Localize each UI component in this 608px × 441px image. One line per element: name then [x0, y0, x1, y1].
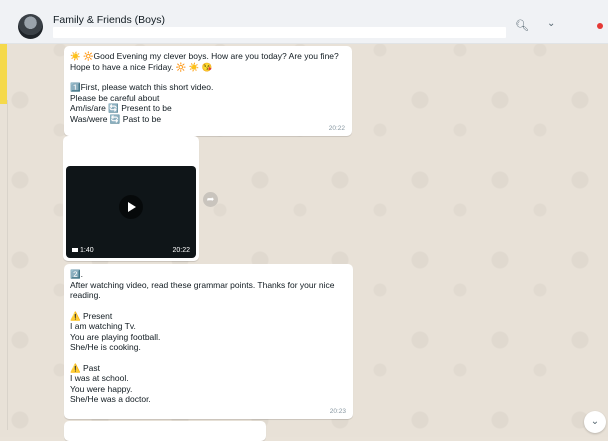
video-camera-icon [72, 248, 78, 252]
message-line: After watching video, read these grammar… [70, 279, 335, 290]
scroll-down-button[interactable]: ⌄ [584, 411, 606, 433]
message-line: Hope to have a nice Friday. 🔆 ☀️ 😘 [70, 61, 213, 72]
message-line: ☀️ 🔆Good Evening my clever boys. How are… [70, 51, 339, 61]
video-duration: 1:40 [72, 247, 94, 254]
message-time: 20:22 [172, 247, 190, 254]
message-line: I am watching Tv. [70, 321, 136, 331]
message-line: 1️⃣First, please watch this short video. [70, 82, 214, 92]
message-line: You are playing football. [70, 331, 161, 342]
message-line: She/He was a doctor. [70, 394, 151, 404]
message-line: 2️⃣. [70, 269, 83, 279]
chat-subtitle-bar [53, 27, 506, 38]
message-line: Was/were 🔄 Past to be [70, 113, 162, 124]
chevron-down-icon[interactable]: ⌄ [547, 18, 555, 29]
message-line: Am/is/are 🔄 Present to be [70, 103, 172, 113]
message-bubble-1[interactable]: ☀️ 🔆Good Evening my clever boys. How are… [64, 46, 352, 136]
video-thumbnail[interactable]: 1:40 20:22 [66, 166, 196, 258]
status-dot [597, 23, 603, 29]
forward-icon[interactable]: ➦ [203, 192, 218, 207]
section-heading: ⚠️ Present [70, 310, 113, 321]
message-time: 20:23 [329, 408, 346, 415]
left-accent-bar [0, 44, 7, 104]
message-time: 20:22 [328, 125, 345, 132]
message-line: Please be careful about [70, 92, 160, 103]
message-line: You were happy. [70, 383, 133, 394]
play-icon[interactable] [119, 195, 143, 220]
message-line: reading. [70, 290, 101, 300]
video-message-bubble[interactable]: 1:40 20:22 [63, 136, 199, 261]
chat-title[interactable]: Family & Friends (Boys) [53, 14, 165, 26]
panel-divider [7, 100, 8, 430]
message-bubble-3[interactable] [64, 421, 266, 441]
message-line: She/He is cooking. [70, 342, 141, 352]
search-icon[interactable]: 🔍︎ [515, 19, 529, 32]
chat-header[interactable]: Family & Friends (Boys) 🔍︎ ⌄ [0, 0, 608, 44]
section-heading: ⚠️ Past [70, 362, 100, 373]
message-line: I was at school. [70, 373, 129, 383]
group-avatar[interactable] [18, 14, 43, 39]
message-bubble-2[interactable]: 2️⃣. After watching video, read these gr… [64, 264, 353, 419]
